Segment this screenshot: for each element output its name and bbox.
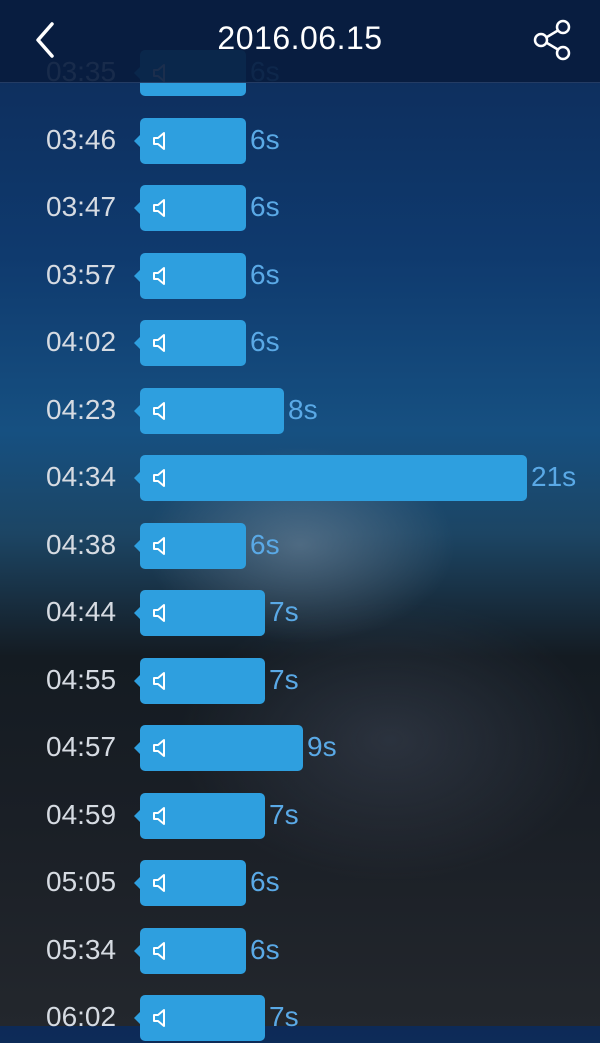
speaker-icon bbox=[153, 604, 165, 622]
recording-duration: 6s bbox=[250, 191, 280, 222]
recording-time: 05:05 bbox=[46, 866, 117, 897]
voice-message-bubble[interactable] bbox=[134, 455, 527, 501]
voice-message-bubble[interactable] bbox=[134, 995, 265, 1041]
recording-row: 04:38 6s bbox=[0, 522, 600, 571]
recording-duration: 9s bbox=[307, 731, 337, 762]
speaker-icon bbox=[153, 131, 165, 150]
recording-time: 04:02 bbox=[46, 326, 117, 357]
recording-duration: 7s bbox=[269, 798, 299, 830]
speaker-icon bbox=[153, 401, 165, 420]
recording-row: 04:59 7s bbox=[0, 792, 600, 841]
speaker-icon bbox=[153, 874, 165, 892]
recording-duration: 21s bbox=[531, 461, 577, 492]
voice-message-bubble[interactable] bbox=[134, 387, 284, 434]
speaker-icon bbox=[153, 199, 165, 217]
recording-time: 03:46 bbox=[46, 123, 117, 155]
recording-row: 05:05 6s bbox=[0, 860, 600, 908]
recording-duration: 6s bbox=[250, 933, 280, 965]
recording-row: 04:44 7s bbox=[0, 590, 600, 638]
recording-time: 04:38 bbox=[46, 528, 117, 560]
voice-message-bubble[interactable] bbox=[134, 860, 246, 906]
recording-time: 04:59 bbox=[46, 798, 117, 830]
speaker-icon bbox=[153, 739, 165, 757]
voice-message-bubble[interactable] bbox=[134, 320, 246, 366]
voice-message-bubble[interactable] bbox=[134, 657, 265, 704]
recording-duration: 6s bbox=[250, 123, 280, 155]
voice-message-bubble[interactable] bbox=[134, 252, 246, 299]
recording-row: 03:46 6s bbox=[0, 117, 600, 166]
speaker-icon bbox=[153, 536, 165, 555]
voice-message-bubble[interactable] bbox=[134, 117, 246, 164]
voice-message-bubble[interactable] bbox=[134, 590, 265, 636]
recording-time: 04:44 bbox=[46, 596, 117, 627]
recording-duration: 7s bbox=[269, 663, 299, 695]
recording-row: 03:57 6s bbox=[0, 252, 600, 301]
recording-time: 03:47 bbox=[46, 191, 117, 222]
recording-time: 03:57 bbox=[46, 258, 117, 290]
nav-bar: 2016.06.15 bbox=[0, 0, 600, 83]
share-icon[interactable] bbox=[530, 18, 574, 62]
speaker-icon bbox=[153, 671, 165, 690]
recording-time: 04:34 bbox=[46, 461, 117, 492]
speaker-icon bbox=[153, 806, 165, 825]
speaker-icon bbox=[153, 266, 165, 285]
recording-row: 05:34 6s bbox=[0, 927, 600, 976]
recording-duration: 6s bbox=[250, 866, 280, 897]
recording-row: 04:23 8s bbox=[0, 387, 600, 436]
recording-row: 04:02 6s bbox=[0, 320, 600, 368]
voice-message-bubble[interactable] bbox=[134, 185, 246, 231]
recording-row: 04:34 21s bbox=[0, 455, 600, 503]
recording-time: 04:55 bbox=[46, 663, 117, 695]
speaker-icon bbox=[153, 941, 165, 960]
speaker-icon bbox=[153, 334, 165, 352]
recording-time: 04:57 bbox=[46, 731, 117, 762]
recording-time: 06:02 bbox=[46, 1001, 117, 1032]
recording-duration: 6s bbox=[250, 326, 280, 357]
voice-message-bubble[interactable] bbox=[134, 927, 246, 974]
recording-duration: 6s bbox=[250, 528, 280, 560]
recording-row: 03:47 6s bbox=[0, 185, 600, 233]
page-title: 2016.06.15 bbox=[217, 20, 383, 56]
recording-duration: 7s bbox=[269, 596, 299, 627]
recording-row: 04:57 9s bbox=[0, 725, 600, 773]
voice-message-bubble[interactable] bbox=[134, 725, 303, 771]
voice-message-bubble[interactable] bbox=[134, 522, 246, 569]
recording-time: 04:23 bbox=[46, 393, 117, 425]
recording-list: 03:35 6s 03:46 6s 03:47 6s 03:57 6s 04:0… bbox=[0, 0, 600, 1041]
recording-duration: 7s bbox=[269, 1001, 299, 1032]
recording-duration: 8s bbox=[288, 393, 318, 425]
voice-message-bubble[interactable] bbox=[134, 792, 265, 839]
speaker-icon bbox=[153, 469, 165, 487]
recording-row: 06:02 7s bbox=[0, 995, 600, 1043]
recording-duration: 6s bbox=[250, 258, 280, 290]
recording-time: 05:34 bbox=[46, 933, 117, 965]
recording-row: 04:55 7s bbox=[0, 657, 600, 706]
